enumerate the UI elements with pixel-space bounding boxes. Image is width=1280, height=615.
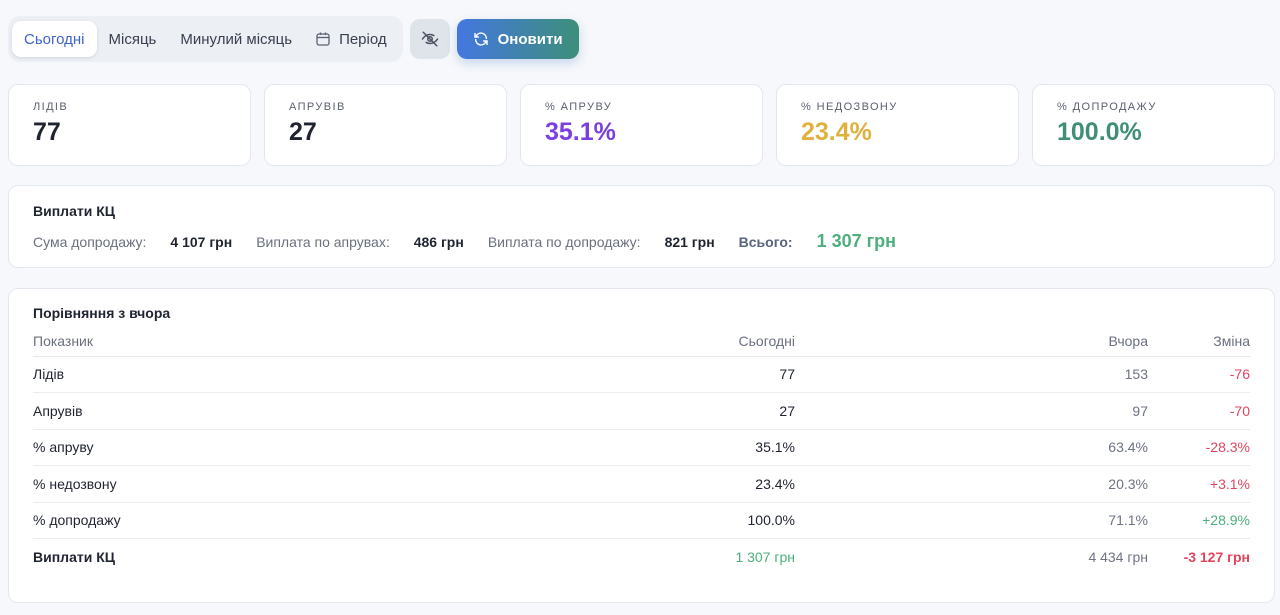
comparison-title: Порівняння з вчора [33, 305, 171, 321]
upsell-sum-label: Сума допродажу: [33, 233, 147, 250]
row-yesterday: 4 434 грн [1088, 549, 1148, 565]
eye-off-icon [421, 31, 438, 47]
table-row: % допродажу 100.0% 71.1% +28.9% [33, 502, 1250, 539]
comparison-card: Порівняння з вчора Показник Сьогодні Вчо… [8, 288, 1275, 603]
table-row: % апруву 35.1% 63.4% -28.3% [33, 429, 1250, 466]
table-row: Лідів 77 153 -76 [33, 356, 1250, 393]
table-row: Виплати КЦ 1 307 грн 4 434 грн -3 127 гр… [33, 539, 1250, 576]
approval-payout-value: 486 грн [413, 233, 464, 250]
payouts-row: Сума допродажу: 4 107 грн Виплата по апр… [33, 231, 1250, 252]
row-change: -3 127 грн [1183, 549, 1250, 565]
row-name: Апрувів [33, 392, 263, 430]
row-today: 35.1% [263, 429, 795, 466]
table-row: Апрувів 27 97 -70 [33, 392, 1250, 430]
row-yesterday: 71.1% [795, 502, 1148, 539]
kpi-value: 23.4% [801, 118, 872, 146]
tab-period-label: Період [339, 30, 387, 48]
upsell-payout-value: 821 грн [664, 233, 715, 250]
row-change: +28.9% [1148, 502, 1250, 539]
kpi-label: Апрувів [289, 101, 346, 113]
kpi-card-upsell-rate: % допродажу 100.0% [1032, 84, 1275, 166]
table-row: % недозвону 23.4% 20.3% +3.1% [33, 465, 1250, 503]
header-indicator: Показник [33, 326, 263, 357]
row-yesterday: 153 [795, 356, 1148, 393]
kpi-cards: Лідів 77 Апрувів 27 % апруву 35.1% % нед… [8, 84, 1275, 166]
row-change: -28.3% [1148, 429, 1250, 466]
kpi-value: 35.1% [545, 118, 616, 146]
payouts-card: Виплати КЦ Сума допродажу: 4 107 грн Вип… [8, 185, 1275, 268]
kpi-card-no-answer-rate: % недозвону 23.4% [776, 84, 1019, 166]
comparison-table: Показник Сьогодні Вчора Зміна Лідів 77 1… [33, 326, 1250, 575]
calendar-icon [316, 32, 330, 46]
kpi-card-approval-rate: % апруву 35.1% [520, 84, 763, 166]
header-today: Сьогодні [263, 326, 795, 357]
tab-month-label: Місяць [108, 30, 157, 48]
total-value: 1 307 грн [816, 231, 896, 251]
row-change: -76 [1148, 356, 1250, 393]
row-change: -70 [1148, 392, 1250, 430]
row-change: +3.1% [1148, 465, 1250, 503]
refresh-button[interactable]: Оновити [456, 19, 579, 59]
period-tabs: Сьогодні Місяць Минулий місяць Період [8, 16, 403, 62]
refresh-icon [473, 32, 488, 46]
tab-last-month-label: Минулий місяць [180, 30, 293, 48]
row-today: 23.4% [263, 465, 795, 503]
kpi-value: 27 [289, 118, 317, 146]
header-change: Зміна [1148, 326, 1250, 357]
row-today: 1 307 грн [735, 549, 795, 565]
payouts-title: Виплати КЦ [33, 203, 115, 219]
toolbar: Сьогодні Місяць Минулий місяць Період Он… [8, 16, 579, 62]
table-header-row: Показник Сьогодні Вчора Зміна [33, 326, 1250, 357]
tab-today-label: Сьогодні [24, 30, 85, 48]
upsell-payout-label: Виплата по допродажу: [487, 233, 641, 250]
tab-last-month[interactable]: Минулий місяць [168, 21, 304, 57]
row-yesterday: 20.3% [795, 465, 1148, 503]
kpi-label: Лідів [33, 101, 69, 113]
hide-values-button[interactable] [409, 19, 450, 59]
kpi-card-approvals: Апрувів 27 [264, 84, 507, 166]
refresh-button-label: Оновити [497, 30, 563, 48]
row-today: 100.0% [263, 502, 795, 539]
row-today: 77 [263, 356, 795, 393]
total-label: Всього: [738, 233, 793, 250]
upsell-sum-value: 4 107 грн [170, 233, 233, 250]
row-today: 27 [263, 392, 795, 430]
row-name: Виплати КЦ [33, 549, 115, 565]
row-yesterday: 63.4% [795, 429, 1148, 466]
kpi-label: % недозвону [801, 101, 898, 113]
tab-month[interactable]: Місяць [97, 21, 169, 57]
row-yesterday: 97 [795, 392, 1148, 430]
approval-payout-label: Виплата по апрувах: [256, 233, 390, 250]
header-yesterday: Вчора [795, 326, 1148, 357]
tab-today[interactable]: Сьогодні [12, 21, 97, 57]
kpi-label: % апруву [545, 101, 613, 113]
row-name: % недозвону [33, 465, 263, 503]
kpi-card-leads: Лідів 77 [8, 84, 251, 166]
kpi-value: 100.0% [1057, 118, 1142, 146]
kpi-label: % допродажу [1057, 101, 1157, 113]
row-name: Лідів [33, 356, 263, 393]
row-name: % допродажу [33, 502, 263, 539]
row-name: % апруву [33, 429, 263, 466]
kpi-value: 77 [33, 118, 61, 146]
tab-period[interactable]: Період [304, 21, 399, 57]
